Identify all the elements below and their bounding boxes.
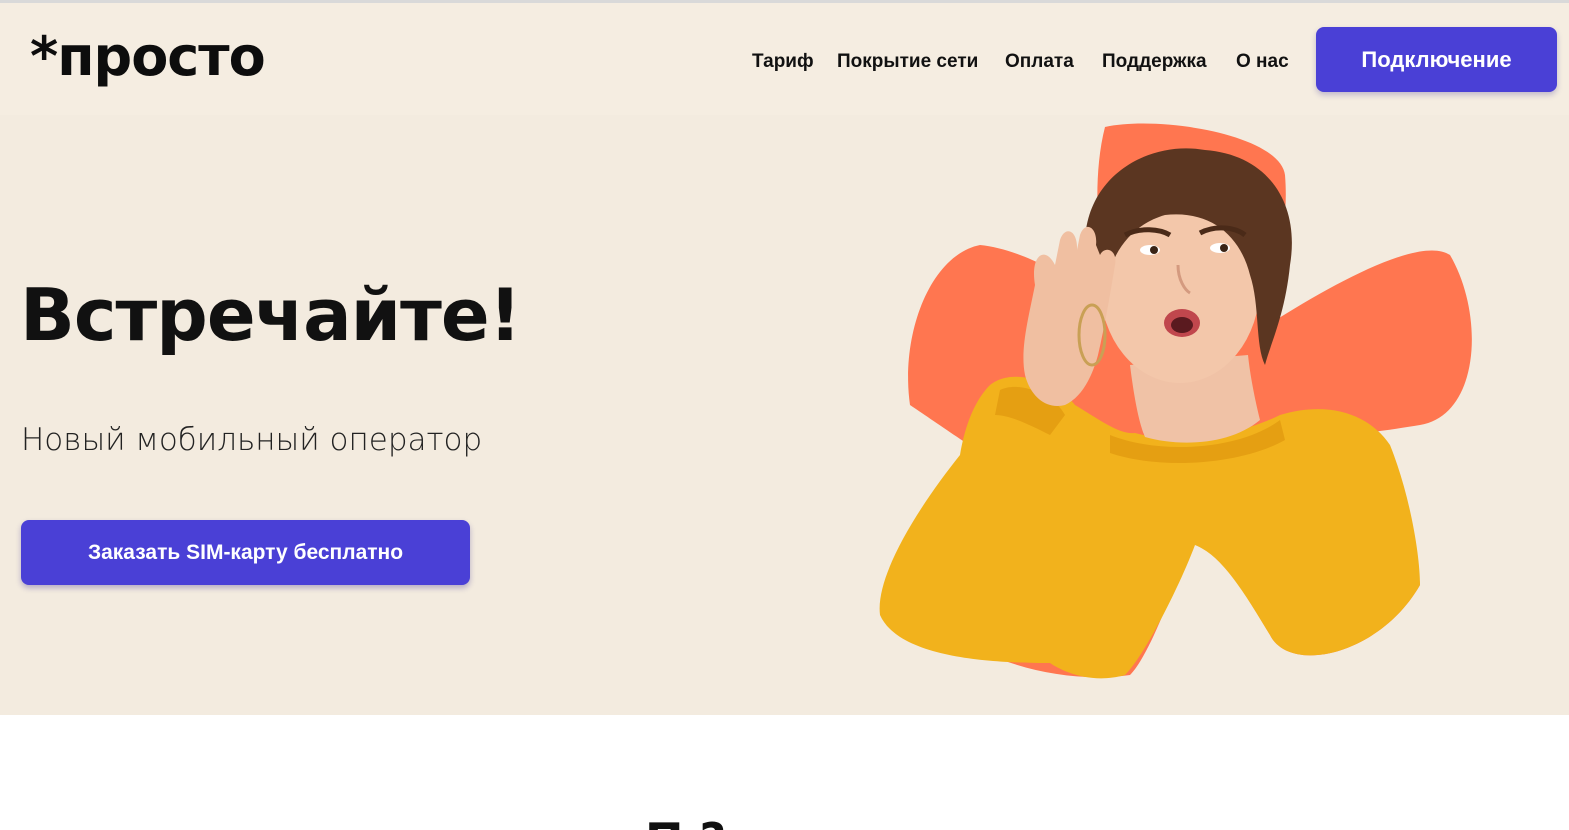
nav-link-tariff[interactable]: Тариф [752, 51, 814, 73]
nav-link-payment[interactable]: Оплата [1005, 51, 1074, 73]
nav-link-coverage[interactable]: Покрытие сети [837, 51, 978, 73]
hero-image [879, 123, 1472, 679]
hero-title: Встречайте! [20, 273, 522, 357]
site-header: *просто Тариф Покрытие сети Оплата Подде… [0, 3, 1569, 115]
connect-button[interactable]: Подключение [1316, 27, 1557, 92]
logo[interactable]: *просто [30, 27, 266, 87]
nav-link-support[interactable]: Поддержка [1102, 51, 1207, 73]
hero-section: Встречайте! Новый мобильный оператор Зак… [0, 115, 1569, 715]
next-section-heading: П ? [645, 812, 945, 830]
hero-subtitle: Новый мобильный оператор [21, 422, 483, 458]
nav-link-about[interactable]: О нас [1236, 51, 1289, 73]
order-sim-button[interactable]: Заказать SIM-карту бесплатно [21, 520, 470, 585]
